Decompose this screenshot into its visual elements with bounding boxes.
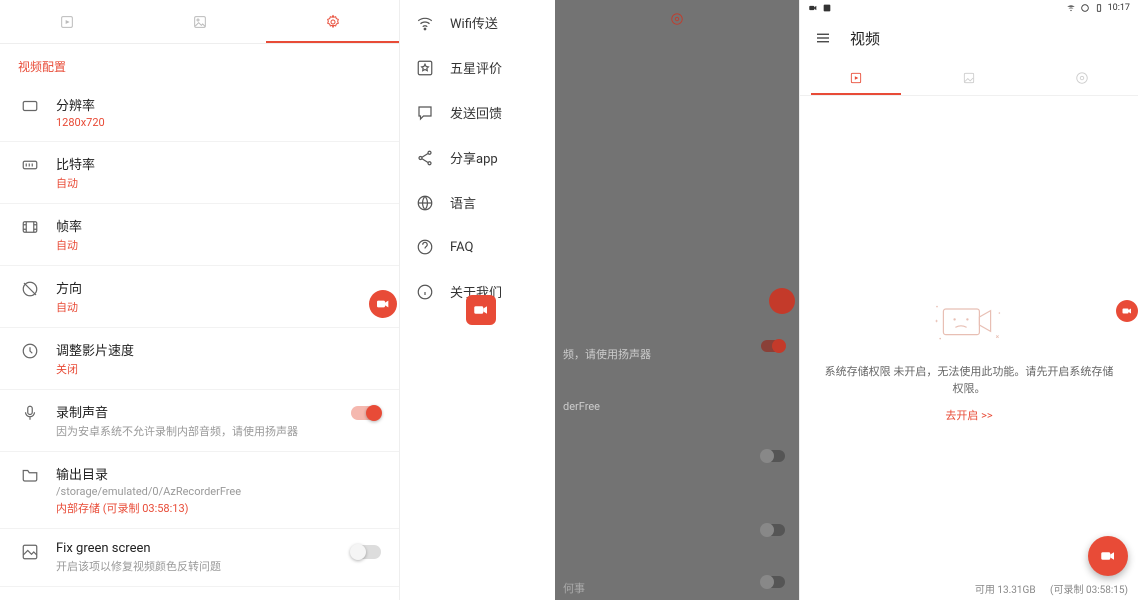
settings-tabs: [0, 0, 399, 44]
row-audio[interactable]: 录制声音 因为安卓系统不允许录制内部音频，请使用扬声器: [0, 390, 399, 452]
tab-videos[interactable]: [0, 0, 133, 43]
resolution-icon: [18, 97, 42, 115]
empty-illustration: [929, 296, 1009, 346]
image-fix-icon: [18, 543, 42, 561]
drawer-rate[interactable]: 五星评价: [400, 45, 555, 90]
hamburger-icon[interactable]: [814, 29, 832, 47]
dimmed-background: 频，请使用扬声器 derFree 何事: [555, 0, 799, 600]
appbar-title: 视频: [850, 28, 880, 49]
empty-action-link[interactable]: 去开启 >>: [945, 407, 992, 423]
bitrate-icon: [18, 156, 42, 174]
storage-footer: 可用 13.31GB (可录制 03:58:15): [975, 581, 1128, 596]
p3-tab-videos[interactable]: [800, 60, 913, 95]
row-speed[interactable]: 调整影片速度 关闭: [0, 328, 399, 390]
row-output[interactable]: 输出目录 /storage/emulated/0/AzRecorderFree …: [0, 452, 399, 529]
drawer-share[interactable]: 分享app: [400, 135, 555, 180]
row-framerate[interactable]: 帧率 自动: [0, 204, 399, 266]
speed-icon: [18, 342, 42, 360]
drawer-faq[interactable]: FAQ: [400, 225, 555, 269]
empty-state: 系统存储权限 未开启，无法使用此功能。请先开启系统存储权限。 去开启 >>: [800, 296, 1138, 423]
orientation-icon: [18, 280, 42, 298]
audio-toggle[interactable]: [351, 406, 381, 420]
folder-icon: [18, 466, 42, 484]
p3-tab-settings[interactable]: [1025, 60, 1138, 95]
drawer-language[interactable]: 语言: [400, 180, 555, 225]
tab-images[interactable]: [133, 0, 266, 43]
row-fixgreen[interactable]: Fix green screen 开启该项以修复视频颜色反转问题: [0, 529, 399, 587]
row-orientation[interactable]: 方向 自动: [0, 266, 399, 328]
floating-record-icon[interactable]: [369, 290, 397, 318]
side-record-icon[interactable]: [1116, 300, 1138, 322]
drawer-feedback[interactable]: 发送回馈: [400, 90, 555, 135]
p3-tab-images[interactable]: [913, 60, 1026, 95]
settings-panel: 视频配置 分辨率 1280x720 比特率 自动 帧率 自动 方向 自动 调整影…: [0, 0, 400, 600]
drawer-wifi[interactable]: Wifi传送: [400, 0, 555, 45]
fixgreen-toggle[interactable]: [351, 545, 381, 559]
status-bar: 10:17: [800, 0, 1138, 16]
row-bitrate[interactable]: 比特率 自动: [0, 142, 399, 204]
drawer-record-icon[interactable]: [466, 295, 496, 325]
mic-icon: [18, 404, 42, 422]
section-video: 视频配置: [0, 44, 399, 83]
section-control: 控制选项: [0, 587, 399, 600]
tab-settings[interactable]: [266, 0, 399, 43]
framerate-icon: [18, 218, 42, 236]
empty-message: 系统存储权限 未开启，无法使用此功能。请先开启系统存储权限。: [800, 364, 1138, 397]
record-fab[interactable]: [1088, 536, 1128, 576]
row-resolution[interactable]: 分辨率 1280x720: [0, 83, 399, 142]
app-bar: 视频: [800, 16, 1138, 60]
drawer-panel: 频，请使用扬声器 derFree 何事 Wifi传送 五星评价 发送回馈 分享a…: [400, 0, 800, 600]
dim-fab-icon: [769, 288, 795, 314]
video-tabs: [800, 60, 1138, 96]
video-panel: 10:17 视频 系统存储权限 未开启，无法使用此功能。请先开启系统: [800, 0, 1138, 600]
